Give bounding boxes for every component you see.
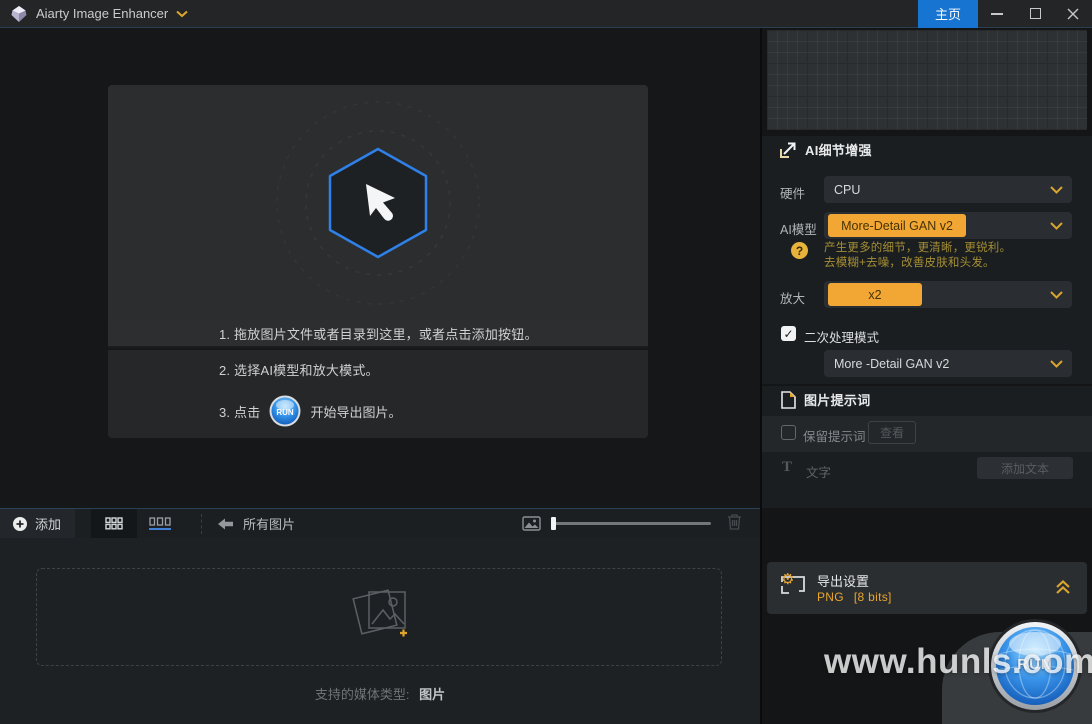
dropzone-hexagon-area[interactable] xyxy=(108,85,648,320)
instruction-steps-2-3: 2. 选择AI模型和放大模式。 3. 点击 RUN 开始导出图片。 xyxy=(108,350,648,438)
instruction-step-2: 2. 选择AI模型和放大模式。 xyxy=(108,350,648,388)
run-mini-icon: RUN xyxy=(269,395,301,427)
delete-button[interactable] xyxy=(727,513,742,535)
keep-prompt-checkbox[interactable] xyxy=(781,425,796,440)
add-text-button[interactable]: 添加文本 xyxy=(977,457,1073,479)
supported-media-label: 支持的媒体类型: xyxy=(314,687,410,702)
filter-label: 所有图片 xyxy=(243,517,296,532)
export-bit-depth: [8 bits] xyxy=(853,590,892,604)
slider-handle[interactable] xyxy=(551,517,556,530)
ai-model-badge: More-Detail GAN v2 xyxy=(828,214,966,237)
hardware-select[interactable]: CPU xyxy=(824,176,1072,203)
chevron-down-icon xyxy=(1050,222,1063,230)
settings-panel: AI细节增强 硬件 CPU AI模型 More-Detail GAN v2 ? … xyxy=(760,28,1092,724)
titlebar: Aiarty Image Enhancer 主页 xyxy=(0,0,1092,28)
compare-view-icon xyxy=(149,517,171,526)
step-1-text: 1. 拖放图片文件或者目录到这里，或者点击添加按钮。 xyxy=(219,326,538,342)
app-logo-icon xyxy=(11,5,27,22)
main-area: 1. 拖放图片文件或者目录到这里，或者点击添加按钮。 2. 选择AI模型和放大模… xyxy=(0,28,760,724)
hardware-label: 硬件 xyxy=(780,187,806,201)
supported-media-type: 图片 xyxy=(419,687,446,702)
step-3-prefix: 3. 点击 xyxy=(219,404,261,420)
app-title: Aiarty Image Enhancer xyxy=(36,6,169,21)
view-prompt-button[interactable]: 查看 xyxy=(868,421,917,444)
keep-prompt-label: 保留提示词 xyxy=(803,430,866,444)
model-hint-line1: 产生更多的细节，更清晰，更锐利。 xyxy=(824,242,1012,254)
svg-text:RUN: RUN xyxy=(277,408,295,417)
dropzone-hexagon-icon xyxy=(276,101,480,305)
back-arrow-icon[interactable] xyxy=(218,518,234,530)
enhance-section-title: AI细节增强 xyxy=(805,143,872,158)
text-label: 文字 xyxy=(806,466,832,480)
export-format: PNG [8 bits] xyxy=(817,590,892,604)
close-icon xyxy=(1067,8,1079,19)
grid-view-button[interactable] xyxy=(91,508,138,539)
add-button-label: 添加 xyxy=(35,517,62,532)
ai-model-label: AI模型 xyxy=(780,223,817,237)
preview-grid xyxy=(767,30,1087,130)
thumbnail-size-control xyxy=(522,516,711,531)
add-button[interactable]: 添加 xyxy=(0,508,76,539)
text-tool-icon: T xyxy=(782,459,793,475)
maximize-button[interactable] xyxy=(1016,0,1054,28)
export-format-value: PNG xyxy=(817,590,844,604)
supported-media-caption: 支持的媒体类型: 图片 xyxy=(0,684,760,703)
prompt-section-title: 图片提示词 xyxy=(804,393,871,408)
instruction-step-3: 3. 点击 RUN 开始导出图片。 xyxy=(108,388,648,434)
chevron-down-icon xyxy=(1050,186,1063,194)
export-settings-panel[interactable]: ⚙ 导出设置 PNG [8 bits] xyxy=(767,562,1087,614)
secondary-mode-label: 二次处理模式 xyxy=(804,331,880,345)
model-hint-line2: 去模糊+去噪，改善皮肤和头发。 xyxy=(824,257,995,269)
title-dropdown-chevron-icon[interactable] xyxy=(176,10,188,18)
chevron-down-icon xyxy=(1050,291,1063,299)
minimize-icon xyxy=(991,12,1003,15)
compare-view-underline xyxy=(149,528,172,530)
hardware-value: CPU xyxy=(834,182,861,197)
prompt-section-header: 图片提示词 xyxy=(781,390,871,409)
instruction-step-1: 1. 拖放图片文件或者目录到这里，或者点击添加按钮。 xyxy=(108,320,648,348)
close-button[interactable] xyxy=(1054,0,1092,28)
home-button[interactable]: 主页 xyxy=(918,0,978,28)
scale-select[interactable]: x2 xyxy=(824,281,1072,308)
step-3-suffix: 开始导出图片。 xyxy=(310,404,402,420)
image-dropzone[interactable]: 1. 拖放图片文件或者目录到这里，或者点击添加按钮。 2. 选择AI模型和放大模… xyxy=(108,85,648,438)
prompt-document-icon xyxy=(781,390,796,409)
grid-view-icon xyxy=(105,517,123,530)
collapse-chevrons-icon[interactable] xyxy=(1055,580,1071,595)
step-2-text: 2. 选择AI模型和放大模式。 xyxy=(219,362,379,378)
chevron-down-icon xyxy=(1050,360,1063,368)
trash-icon xyxy=(728,513,741,530)
bottom-toolbar: 添加 所有图片 xyxy=(0,508,760,539)
enhance-section-header: AI细节增强 xyxy=(780,140,872,159)
secondary-model-value: More -Detail GAN v2 xyxy=(834,356,950,371)
model-help-icon[interactable]: ? xyxy=(791,242,808,259)
secondary-model-select[interactable]: More -Detail GAN v2 xyxy=(824,350,1072,377)
toolbar-divider xyxy=(201,513,203,534)
ai-model-select[interactable]: More-Detail GAN v2 xyxy=(824,212,1072,239)
export-settings-title: 导出设置 xyxy=(817,574,870,589)
media-list-area: 支持的媒体类型: 图片 xyxy=(0,538,760,724)
enhance-expand-icon xyxy=(780,142,796,158)
compare-view-button[interactable] xyxy=(137,509,183,539)
minimize-button[interactable] xyxy=(978,0,1016,28)
scale-label: 放大 xyxy=(780,292,806,306)
thumbnail-size-slider[interactable] xyxy=(551,517,711,530)
image-size-icon xyxy=(522,516,541,531)
add-photos-icon xyxy=(352,589,407,637)
gear-icon: ⚙ xyxy=(781,571,795,588)
maximize-icon xyxy=(1029,8,1041,19)
plus-circle-icon xyxy=(13,516,27,531)
run-button[interactable] xyxy=(987,618,1083,714)
media-dropzone[interactable] xyxy=(36,568,722,666)
secondary-mode-checkbox[interactable]: ✓ xyxy=(781,326,796,341)
scale-badge: x2 xyxy=(828,283,922,306)
